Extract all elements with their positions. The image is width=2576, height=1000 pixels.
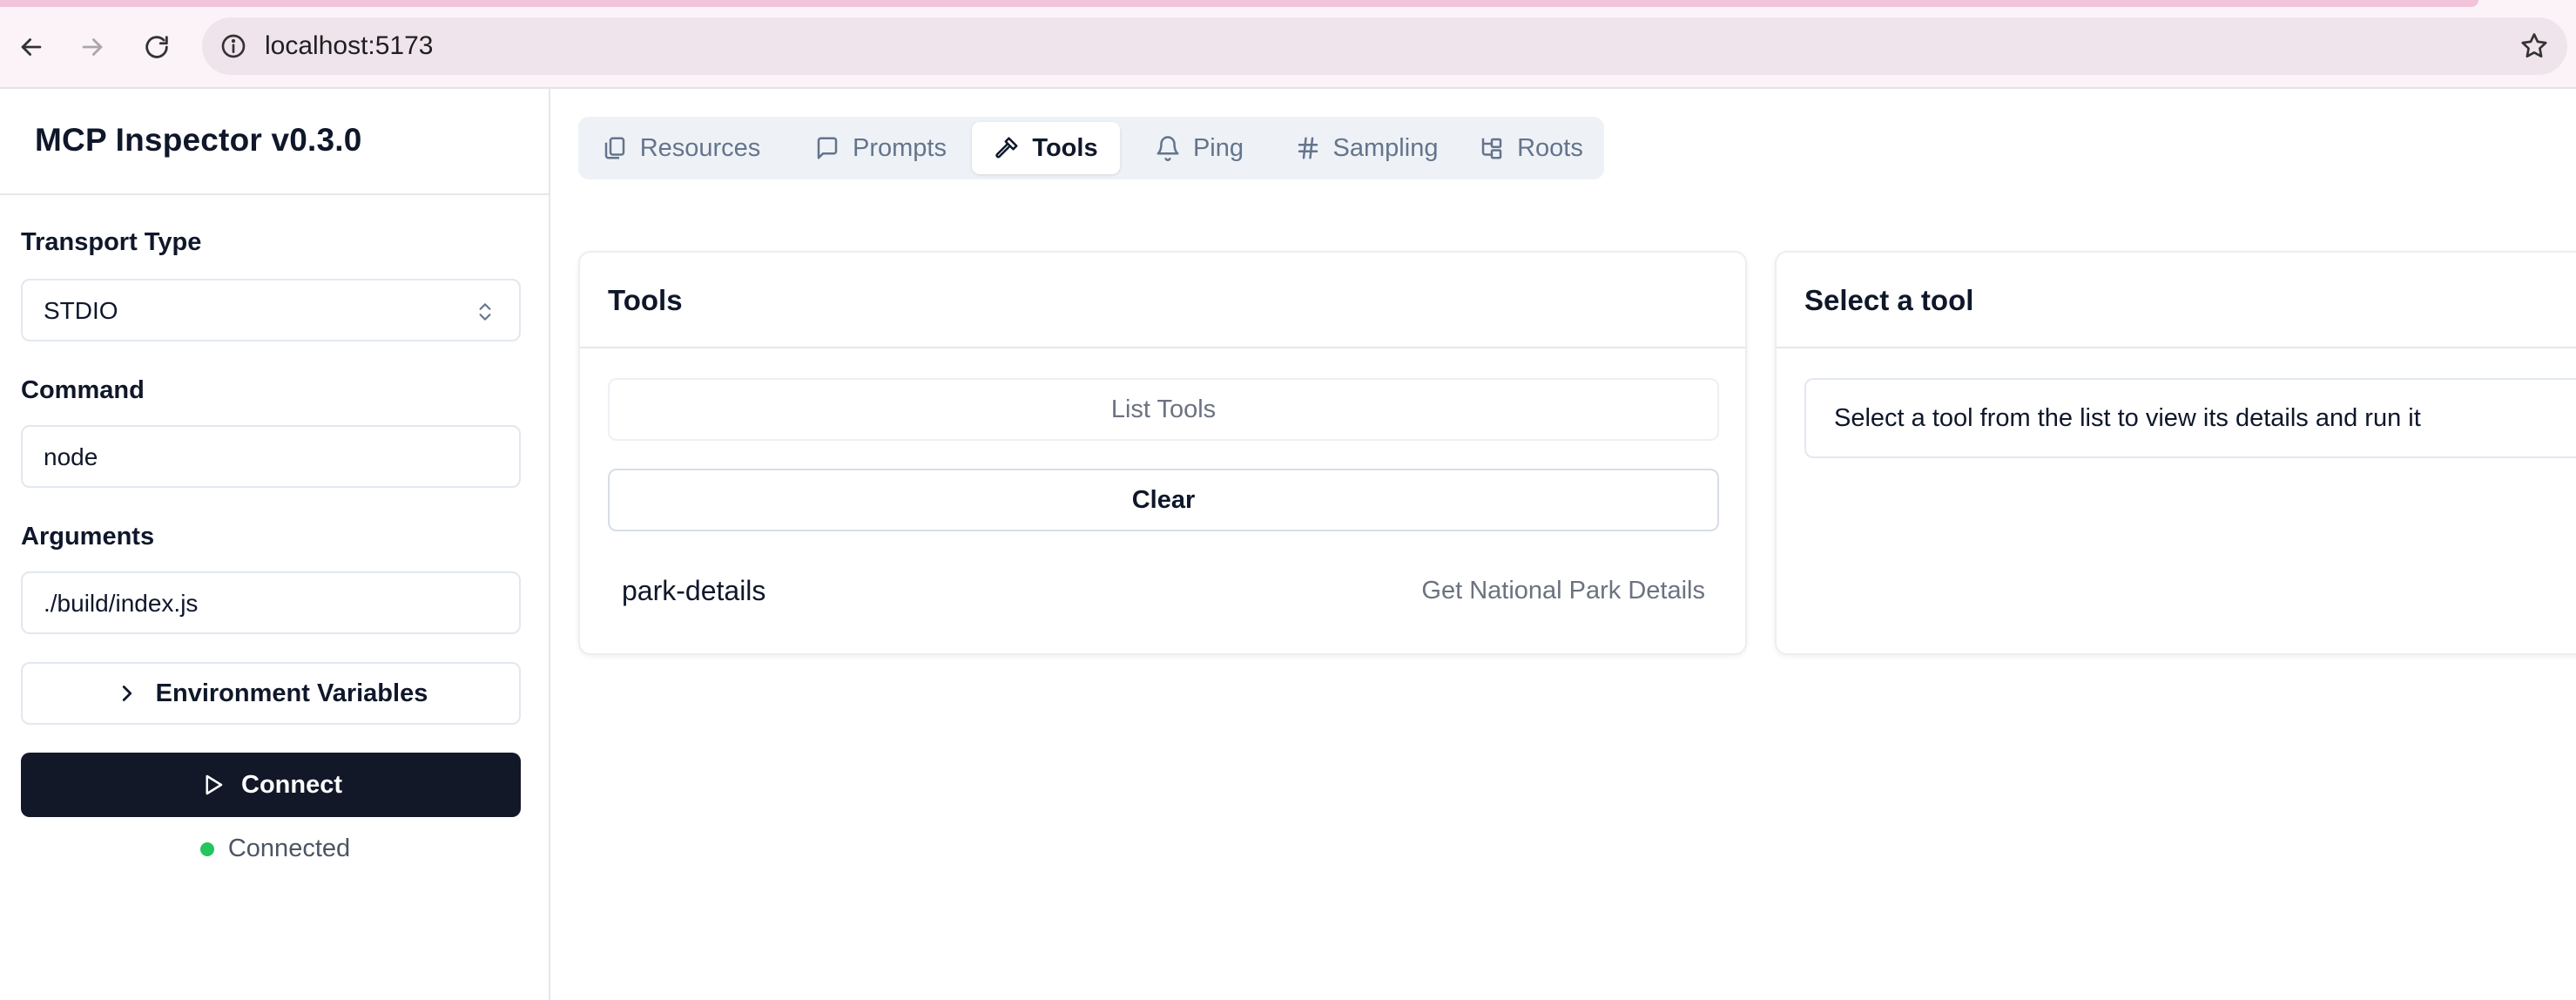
- tab-tools[interactable]: Tools: [972, 122, 1120, 174]
- bookmark-star-icon[interactable]: [2519, 30, 2550, 62]
- clear-button[interactable]: Clear: [608, 469, 1719, 531]
- command-input[interactable]: node: [21, 425, 521, 488]
- chevron-right-icon: [122, 686, 131, 701]
- hash-icon: [1298, 137, 1318, 159]
- tab-list: Resources Prompts Tools Ping Sampling Ro…: [578, 117, 1604, 179]
- arguments-value: ./build/index.js: [44, 590, 199, 617]
- connection-status: Connected: [0, 834, 550, 863]
- play-icon: [206, 774, 223, 795]
- arrow-left-icon: [21, 38, 42, 56]
- status-dot-icon: [199, 841, 214, 856]
- connect-label: Connect: [241, 770, 342, 799]
- files-icon: [604, 137, 624, 159]
- list-tools-label: List Tools: [1110, 395, 1217, 423]
- status-text: Connected: [227, 834, 351, 862]
- back-button[interactable]: [10, 26, 52, 68]
- folder-tree-icon: [1481, 138, 1502, 159]
- arguments-input[interactable]: ./build/index.js: [21, 571, 521, 634]
- tab-resources[interactable]: Resources: [587, 122, 775, 174]
- tab-label: Prompts: [853, 133, 947, 162]
- list-item[interactable]: park-details Get National Park Details: [608, 563, 1719, 618]
- tab-ping[interactable]: Ping: [1132, 122, 1266, 174]
- list-tools-button[interactable]: List Tools: [608, 378, 1719, 441]
- connect-button[interactable]: Connect: [21, 753, 521, 817]
- url-text: localhost:5173: [265, 31, 434, 60]
- tab-label: Tools: [1032, 133, 1098, 162]
- transport-type-label: Transport Type: [21, 228, 202, 256]
- panel-divider: [1777, 347, 2576, 348]
- bell-icon: [1157, 136, 1179, 161]
- app-title: MCP Inspector v0.3.0: [35, 122, 362, 158]
- transport-type-value: STDIO: [44, 297, 118, 324]
- tab-label: Resources: [639, 133, 761, 162]
- address-bar[interactable]: localhost:5173: [202, 17, 2567, 75]
- environment-variables-button[interactable]: Environment Variables: [21, 662, 521, 725]
- chevrons-up-down-icon: [479, 303, 491, 321]
- browser-toolbar: localhost:5173: [0, 0, 2576, 89]
- tab-sampling[interactable]: Sampling: [1277, 122, 1456, 174]
- tools-panel: Tools List Tools Clear park-details Get …: [578, 251, 1747, 655]
- tools-panel-title: Tools: [608, 284, 683, 316]
- clear-label: Clear: [1131, 485, 1196, 514]
- tab-prompts[interactable]: Prompts: [787, 122, 974, 174]
- tool-description: Get National Park Details: [1421, 577, 1705, 605]
- tool-detail-title: Select a tool: [1804, 284, 1974, 316]
- sidebar: MCP Inspector v0.3.0 Transport Type STDI…: [0, 89, 550, 1000]
- message-square-icon: [817, 137, 838, 159]
- tab-label: Sampling: [1332, 133, 1439, 162]
- tab-label: Ping: [1192, 133, 1244, 162]
- tab-roots[interactable]: Roots: [1465, 122, 1597, 174]
- select-tool-hint-text: Select a tool from the list to view its …: [1834, 404, 2421, 432]
- tool-detail-panel: Select a tool Select a tool from the lis…: [1775, 251, 2576, 655]
- reload-icon: [145, 36, 168, 58]
- command-value: node: [44, 443, 98, 470]
- tool-name: park-details: [622, 575, 766, 606]
- tab-label: Roots: [1517, 133, 1583, 162]
- arrow-right-icon: [82, 38, 103, 56]
- forward-button[interactable]: [71, 26, 113, 68]
- command-label: Command: [21, 376, 145, 404]
- transport-type-select[interactable]: STDIO: [21, 279, 521, 341]
- hammer-icon: [995, 137, 1018, 159]
- arguments-label: Arguments: [21, 523, 155, 551]
- sidebar-divider: [0, 193, 549, 195]
- site-info-icon[interactable]: [219, 32, 247, 60]
- tab-strip: [0, 0, 2478, 7]
- panel-divider: [580, 347, 1745, 348]
- reload-button[interactable]: [136, 26, 178, 68]
- environment-variables-label: Environment Variables: [155, 679, 428, 707]
- select-tool-hint: Select a tool from the list to view its …: [1804, 378, 2576, 458]
